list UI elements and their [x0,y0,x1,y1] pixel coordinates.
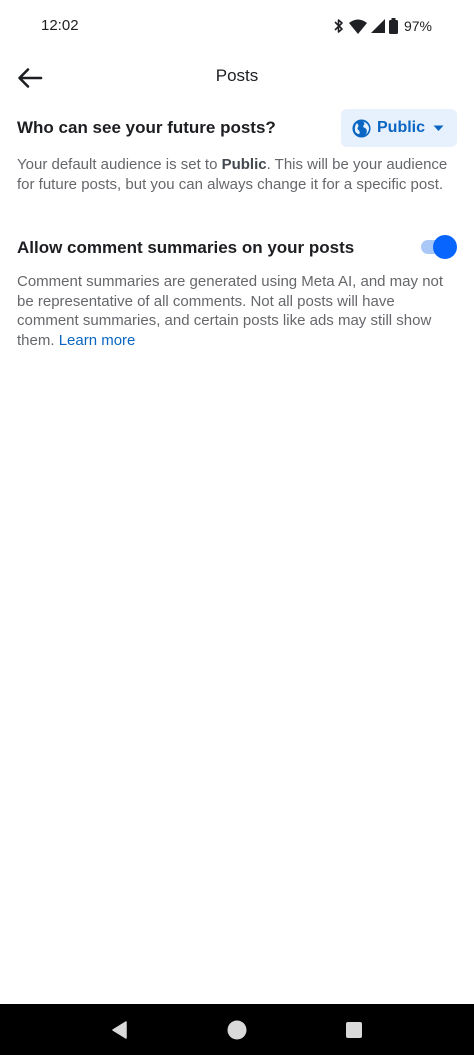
toggle-thumb [433,235,457,259]
status-time: 12:02 [41,17,79,34]
audience-description-prefix: Your default audience is set to [17,156,222,173]
system-nav-bar [0,1004,474,1055]
posts-settings-screen: 12:02 97% Posts Who can see your future … [0,0,474,1055]
cellular-icon [370,19,385,33]
nav-home-button[interactable] [226,1019,248,1041]
audience-row: Who can see your future posts? Public [17,109,457,147]
back-triangle-icon [112,1021,127,1039]
audience-description-bold: Public [221,156,267,173]
audience-selected-label: Public [377,119,426,136]
nav-back-button[interactable] [109,1019,131,1041]
bluetooth-icon [334,19,343,33]
page-title: Posts [215,66,259,85]
wifi-icon [348,19,367,34]
app-bar: Posts [0,52,474,102]
audience-description: Your default audience is set to Public. … [17,155,457,194]
battery-percentage: 97% [403,18,432,34]
status-bar: 12:02 97% [0,0,474,52]
status-icons: 97% [333,16,432,36]
comment-summaries-heading: Allow comment summaries on your posts [17,238,355,257]
caret-down-icon [433,125,444,131]
battery-icon [388,18,398,34]
comment-summaries-toggle[interactable] [417,235,457,259]
recents-square-icon [346,1022,362,1038]
audience-dropdown[interactable]: Public [341,109,457,147]
home-circle-icon [227,1020,247,1040]
comment-summaries-row: Allow comment summaries on your posts [17,232,457,262]
audience-heading: Who can see your future posts? [17,118,276,137]
globe-icon [352,118,371,138]
nav-recents-button[interactable] [343,1019,365,1041]
comment-summaries-description: Comment summaries are generated using Me… [17,272,457,350]
learn-more-link[interactable]: Learn more [59,332,136,349]
